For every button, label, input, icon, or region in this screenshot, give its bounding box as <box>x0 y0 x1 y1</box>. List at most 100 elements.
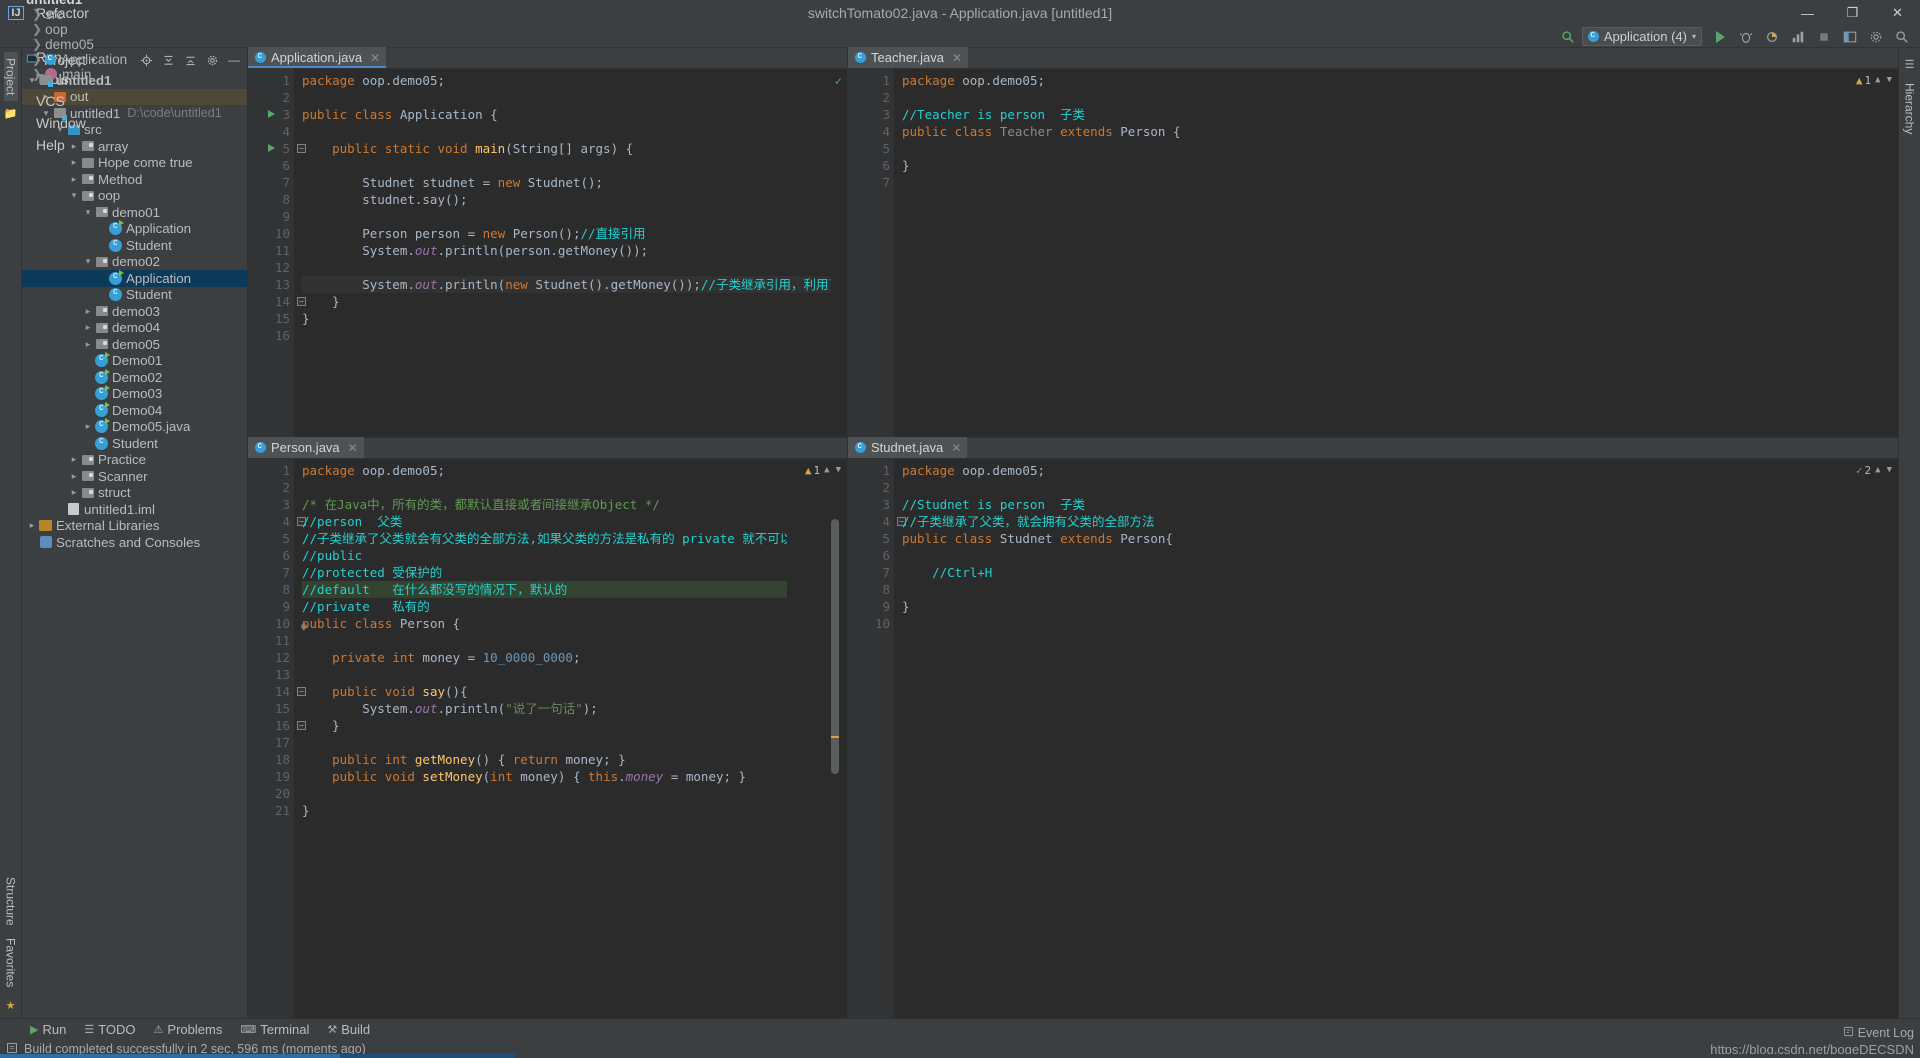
code-view-person[interactable]: 1 2 3 4−5 6 7 8 9 10 ◉ 11 12 13 14−15 16−17 18 19 20 21 pa… <box>248 459 847 1018</box>
gutter-line-15[interactable]: 15 <box>248 700 294 717</box>
chevron-right-icon[interactable] <box>82 306 94 317</box>
code-line-5[interactable] <box>902 140 1838 157</box>
tree-node-struct[interactable]: struct <box>22 485 247 502</box>
code-line-3[interactable]: /* 在Java中，所有的类，都默认直接或者间接继承Object */ <box>302 496 787 513</box>
code-line-4[interactable] <box>302 123 831 140</box>
profile-icon[interactable] <box>1786 27 1810 47</box>
code-line-4[interactable]: //子类继承了父类，就会拥有父类的全部方法 <box>902 513 1838 530</box>
tree-node-demo04[interactable]: Demo04 <box>22 401 247 419</box>
chevron-right-icon[interactable] <box>68 487 80 498</box>
run-gutter-icon[interactable] <box>268 144 275 152</box>
layout-icon[interactable] <box>1838 27 1862 47</box>
chevron-down-icon[interactable]: ▼ <box>1885 72 1894 89</box>
gutter-line-17[interactable]: 17 <box>248 734 294 751</box>
stop-icon[interactable] <box>1812 27 1836 47</box>
chevron-down-icon[interactable] <box>82 256 94 267</box>
code-line-10[interactable]: public class Person { <box>302 615 787 632</box>
chevron-right-icon[interactable] <box>68 454 80 465</box>
code-line-2[interactable] <box>902 89 1838 106</box>
code-line-13[interactable] <box>302 666 787 683</box>
gutter-line-5[interactable]: 5 <box>848 530 894 547</box>
code-line-11[interactable] <box>302 632 787 649</box>
tree-node-student[interactable]: Student <box>22 237 247 254</box>
folder-icon[interactable]: 📁 <box>4 107 18 120</box>
code-line-4[interactable]: //person 父类 <box>302 513 787 530</box>
gear-icon[interactable] <box>203 51 221 69</box>
code-line-1[interactable]: package oop.demo05; <box>902 462 1838 479</box>
gutter-line-3[interactable]: 3 <box>848 106 894 123</box>
code-text-teacher[interactable]: package oop.demo05; //Teacher is person 子… <box>894 69 1838 437</box>
tree-node-untitled1-iml[interactable]: untitled1.iml <box>22 501 247 518</box>
project-tree[interactable]: untitled1outuntitled1D:\code\untitled1sr… <box>22 72 247 1018</box>
gutter-line-5[interactable]: 5 <box>248 530 294 547</box>
chevron-right-icon[interactable] <box>26 520 38 531</box>
gutter-line-10[interactable]: 10 <box>848 615 894 632</box>
rail-button-structure[interactable]: Structure <box>4 871 18 932</box>
close-button[interactable]: ✕ <box>1875 0 1920 26</box>
tree-node-demo02[interactable]: demo02 <box>22 254 247 271</box>
gutter-line-4[interactable]: 4− <box>248 513 306 530</box>
code-line-14[interactable]: public void say(){ <box>302 683 787 700</box>
code-line-19[interactable]: public void setMoney(int money) { this.m… <box>302 768 787 785</box>
gutter-line-10[interactable]: 10 <box>248 225 294 242</box>
search-icon[interactable] <box>1556 27 1580 47</box>
chevron-right-icon[interactable] <box>68 471 80 482</box>
code-line-10[interactable] <box>902 615 1838 632</box>
marker-bar-studnet[interactable]: ✓ 2 ▲ ▼ <box>1838 459 1898 1018</box>
tree-node-student[interactable]: Student <box>22 286 247 304</box>
tab-person-java[interactable]: Person.java ✕ <box>248 437 364 458</box>
code-line-5[interactable]: //子类继承了父类就会有父类的全部方法,如果父类的方法是私有的 private … <box>302 530 787 547</box>
window-controls[interactable]: — ❐ ✕ <box>1785 0 1920 26</box>
code-line-1[interactable]: package oop.demo05; <box>902 72 1838 89</box>
gutter-line-3[interactable]: 3 <box>848 496 894 513</box>
tool-window-button-terminal[interactable]: ⌨ Terminal <box>232 1020 317 1039</box>
gutter-line-8[interactable]: 8 <box>248 191 294 208</box>
chevron-right-icon[interactable] <box>68 174 80 185</box>
code-text-person[interactable]: package oop.demo05; /* 在Java中，所有的类，都默认直接或… <box>294 459 787 1018</box>
code-line-7[interactable]: //protected 受保护的 <box>302 564 787 581</box>
gutter-line-2[interactable]: 2 <box>848 89 894 106</box>
tool-window-button-todo[interactable]: ☰ TODO <box>76 1020 143 1039</box>
run-configuration-selector[interactable]: Application (4) ▾ <box>1581 27 1702 46</box>
code-line-5[interactable]: public class Studnet extends Person{ <box>902 530 1838 547</box>
close-icon[interactable]: ✕ <box>370 51 380 65</box>
expand-all-icon[interactable] <box>181 51 199 69</box>
tree-node-demo01[interactable]: demo01 <box>22 204 247 221</box>
code-line-15[interactable]: System.out.println("说了一句话"); <box>302 700 787 717</box>
close-icon[interactable]: ✕ <box>348 441 358 455</box>
marker-bar-application[interactable]: ✓ <box>831 69 847 437</box>
gutter-line-4[interactable]: 4 <box>848 123 894 140</box>
gutter-line-1[interactable]: 1 <box>848 462 894 479</box>
settings-icon[interactable] <box>1864 27 1888 47</box>
gutter-line-9[interactable]: 9 <box>248 208 294 225</box>
chevron-down-icon[interactable] <box>68 190 80 201</box>
left-tool-rail[interactable]: Project 📁 Structure Favorites ★ <box>0 48 22 1018</box>
tree-node-demo03[interactable]: demo03 <box>22 303 247 320</box>
gutter-line-5[interactable]: 5 <box>848 140 894 157</box>
chevron-up-icon[interactable]: ▲ <box>1873 462 1882 479</box>
code-line-9[interactable] <box>302 208 831 225</box>
tree-node-application[interactable]: Application <box>22 220 247 238</box>
right-tool-rail[interactable]: ☰ Hierarchy <box>1898 48 1920 1018</box>
gutter-line-1[interactable]: 1 <box>248 72 294 89</box>
chevron-right-icon[interactable] <box>68 157 80 168</box>
chevron-down-icon[interactable] <box>82 207 94 218</box>
tab-application-java[interactable]: Application.java ✕ <box>248 47 387 68</box>
gutter-line-9[interactable]: 9 <box>248 598 294 615</box>
code-view-studnet[interactable]: 1 2 3 4−5 6 7 8 9 10 package oop.demo05;//Studne… <box>848 459 1898 1018</box>
code-line-12[interactable] <box>302 259 831 276</box>
inspection-summary-person[interactable]: ▲ 1 ▲ ▼ <box>805 462 843 479</box>
code-line-2[interactable] <box>302 89 831 106</box>
gutter-line-5[interactable]: 5− <box>248 140 306 157</box>
gutter-line-8[interactable]: 8 <box>248 581 294 598</box>
collapse-all-icon[interactable] <box>159 51 177 69</box>
gutter-line-7[interactable]: 7 <box>848 174 894 191</box>
gutter-line-13[interactable]: 13 <box>248 276 294 293</box>
gutter-line-2[interactable]: 2 <box>848 479 894 496</box>
code-line-2[interactable] <box>902 479 1838 496</box>
chevron-right-icon[interactable] <box>82 339 94 350</box>
gutter-application[interactable]: 1 2 3 4 5−6 7 8 9 10 11 12 13 14−15 16 <box>248 69 306 437</box>
code-line-11[interactable]: System.out.println(person.getMoney()); <box>302 242 831 259</box>
gutter-line-1[interactable]: 1 <box>248 462 294 479</box>
chevron-right-icon[interactable] <box>82 322 94 333</box>
